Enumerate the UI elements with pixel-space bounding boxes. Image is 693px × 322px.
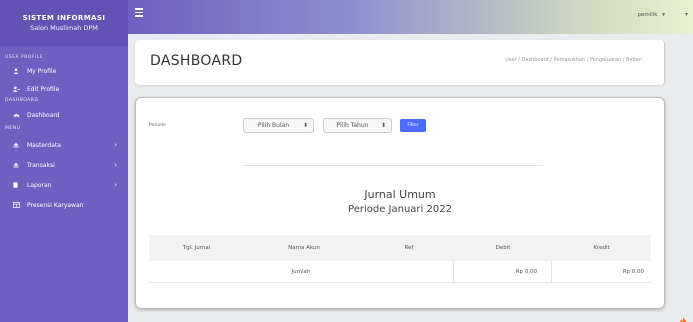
file-icon	[13, 182, 27, 188]
section-user-profile: USER PROFILE	[5, 55, 44, 60]
column-header-debit: Debit	[495, 245, 511, 251]
sidebar: SISTEM INFORMASI Salon Muslimah DPM USER…	[0, 0, 128, 322]
table-icon	[13, 202, 27, 208]
total-label: Jumlah	[149, 260, 454, 283]
user-menu[interactable]: pemilik ▾	[637, 12, 665, 18]
topbar: pemilik ▾ ▾	[128, 0, 693, 34]
sidebar-item-label: Laporan	[27, 181, 52, 189]
select-arrows-icon: ⬍	[381, 122, 387, 129]
sidebar-item-edit-profile[interactable]: Edit Profile	[0, 80, 128, 98]
report-subtitle: Periode Januari 2022	[348, 204, 452, 215]
section-dashboard: DASHBOARD	[5, 98, 39, 103]
sidebar-item-label: Masterdata	[27, 141, 61, 149]
column-header-ref: Ref	[404, 245, 414, 251]
chevron-right-icon: ›	[114, 161, 117, 169]
filter-button[interactable]: Filter	[400, 119, 426, 132]
year-select-value: Pilih Tahun	[336, 122, 369, 129]
brand-subtitle: Salon Muslimah DPM	[30, 24, 98, 32]
sidebar-item-dashboard[interactable]: Dashboard	[0, 106, 128, 124]
column-header-nama-akun: Nama Akun	[288, 245, 320, 251]
periode-label: Periode	[149, 123, 166, 128]
sidebar-item-my-profile[interactable]: My Profile	[0, 62, 128, 80]
sidebar-item-masterdata[interactable]: Masterdata ›	[0, 136, 128, 154]
select-arrows-icon: ⬍	[303, 122, 309, 129]
brand-title: SISTEM INFORMASI	[22, 14, 106, 22]
chevron-right-icon: ›	[114, 141, 117, 149]
report-title: Jurnal Umum	[364, 188, 436, 201]
sidebar-item-presensi-karyawan[interactable]: Presensi Karyawan	[0, 196, 128, 214]
table-total-row: Jumlah Rp 0,00 Rp 0,00	[149, 260, 651, 283]
total-kredit: Rp 0,00	[622, 268, 644, 275]
menu-toggle-icon[interactable]	[135, 8, 143, 19]
month-select-value: Pilih Bulan	[257, 122, 290, 129]
sidebar-item-label: Transaksi	[27, 161, 55, 169]
table-header: Tgl. Jurnal Nama Akun Ref Debit Kredit	[149, 235, 651, 261]
sidebar-item-label: Edit Profile	[27, 85, 60, 93]
eject-icon	[13, 162, 27, 168]
section-menu: MENU	[5, 126, 21, 131]
user-icon	[13, 68, 27, 74]
month-select[interactable]: Pilih Bulan ⬍	[243, 118, 314, 133]
chevron-down-icon: ▾	[662, 12, 665, 18]
column-header-tgl-jurnal: Tgl. Jurnal	[182, 245, 211, 251]
page-header: DASHBOARD User / Dashboard / Pemasukkan …	[135, 40, 665, 85]
year-select[interactable]: Pilih Tahun ⬍	[323, 118, 392, 133]
sidebar-item-label: Dashboard	[27, 111, 60, 119]
column-header-kredit: Kredit	[593, 245, 610, 251]
sidebar-item-label: My Profile	[27, 67, 57, 75]
total-debit: Rp 0,00	[454, 260, 552, 283]
sidebar-item-transaksi[interactable]: Transaksi ›	[0, 156, 128, 174]
sidebar-item-label: Presensi Karyawan	[27, 201, 84, 209]
sidebar-item-laporan[interactable]: Laporan ›	[0, 176, 128, 194]
divider	[243, 165, 543, 166]
eject-icon	[13, 142, 27, 148]
user-name: pemilik	[637, 12, 658, 18]
journal-table: Tgl. Jurnal Nama Akun Ref Debit Kredit J…	[149, 235, 651, 283]
report-card: Periode Pilih Bulan ⬍ Pilih Tahun ⬍ Filt…	[135, 97, 665, 309]
breadcrumb[interactable]: User / Dashboard / Pemasukkan / Pengelua…	[505, 57, 642, 63]
flame-icon	[679, 312, 687, 322]
chevron-down-icon[interactable]: ▾	[685, 11, 688, 18]
page-title: DASHBOARD	[150, 53, 243, 69]
brand[interactable]: SISTEM INFORMASI Salon Muslimah DPM	[0, 0, 128, 46]
dashboard-icon	[13, 112, 27, 118]
chevron-right-icon: ›	[114, 181, 117, 189]
user-edit-icon	[13, 86, 27, 92]
